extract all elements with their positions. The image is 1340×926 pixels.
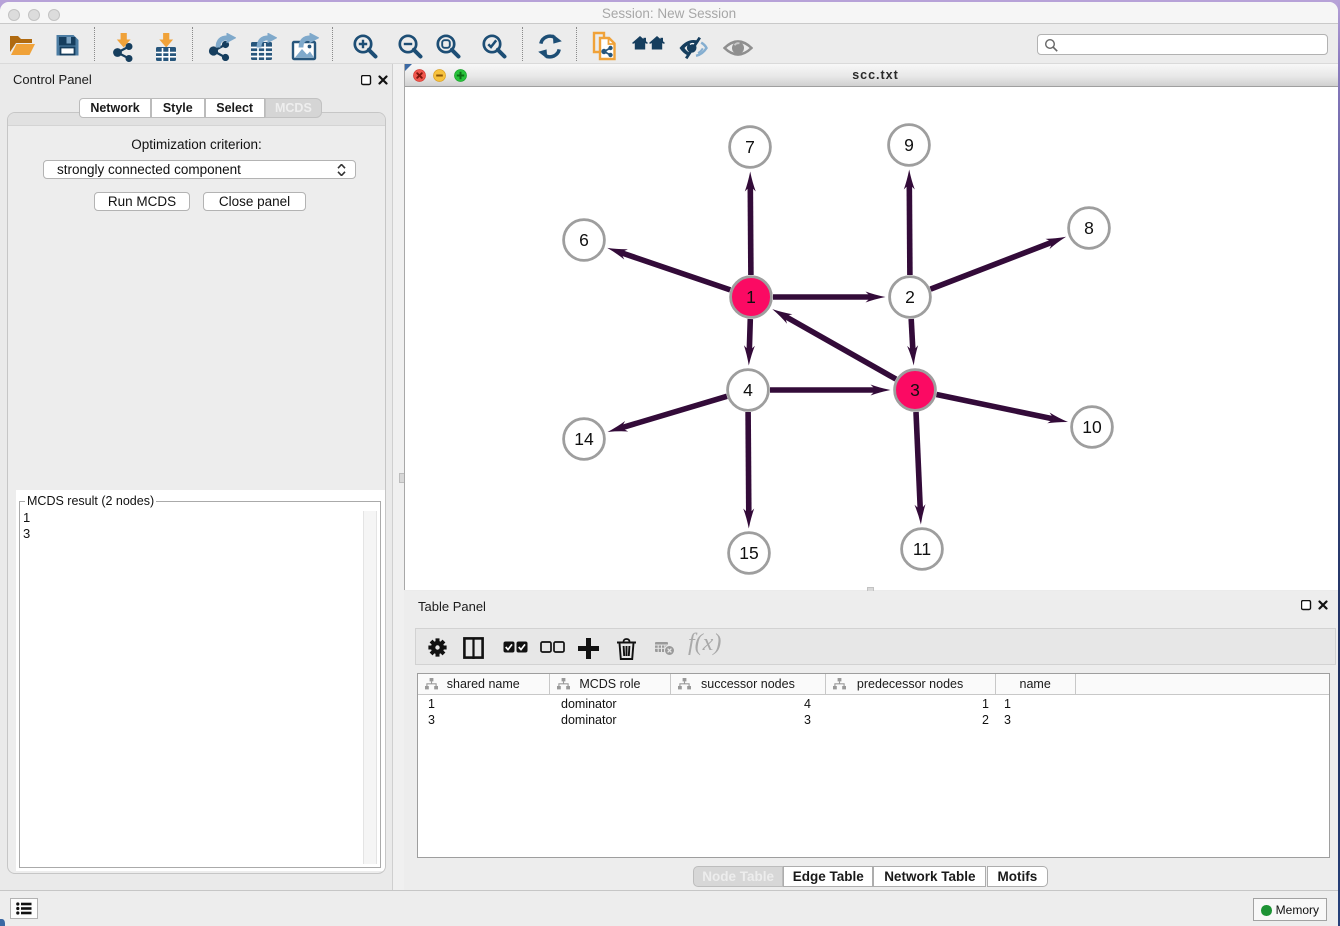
- svg-text:10: 10: [1082, 417, 1102, 437]
- svg-text:11: 11: [913, 539, 931, 559]
- svg-text:1: 1: [746, 287, 756, 307]
- svg-text:8: 8: [1084, 218, 1094, 238]
- svg-text:3: 3: [910, 380, 920, 400]
- svg-text:9: 9: [904, 135, 914, 155]
- svg-text:7: 7: [745, 137, 755, 157]
- svg-text:6: 6: [579, 230, 589, 250]
- svg-text:15: 15: [739, 543, 758, 563]
- svg-text:2: 2: [905, 287, 915, 307]
- svg-text:4: 4: [743, 380, 753, 400]
- svg-text:14: 14: [574, 429, 594, 449]
